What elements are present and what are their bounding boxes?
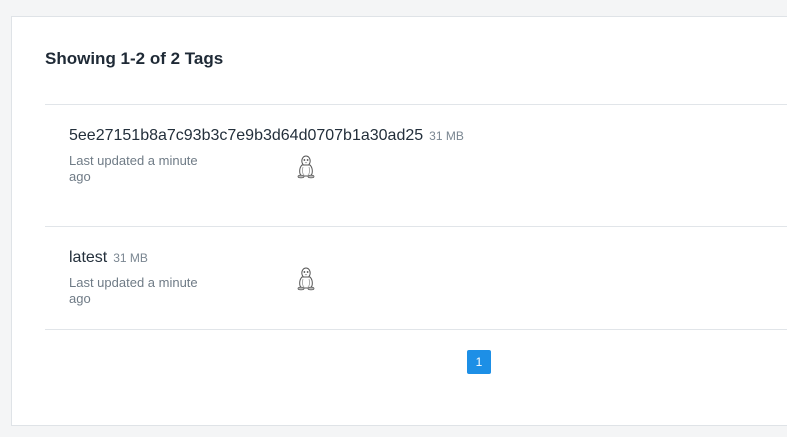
linux-tux-icon	[297, 267, 315, 291]
tag-info: latest 31 MB Last updated a minute ago	[69, 247, 469, 307]
tag-size: 31 MB	[113, 251, 148, 265]
pagination-page-button[interactable]: 1	[467, 350, 491, 374]
tag-row: latest 31 MB Last updated a minute ago	[45, 227, 787, 329]
tag-name-line: latest 31 MB	[69, 247, 469, 269]
tag-name-line: 5ee27151b8a7c93b3c7e9b3d64d0707b1a30ad25…	[69, 125, 469, 147]
tag-list: 5ee27151b8a7c93b3c7e9b3d64d0707b1a30ad25…	[45, 104, 787, 330]
tag-info: 5ee27151b8a7c93b3c7e9b3d64d0707b1a30ad25…	[69, 125, 469, 185]
tag-size: 31 MB	[429, 129, 464, 143]
tag-row: 5ee27151b8a7c93b3c7e9b3d64d0707b1a30ad25…	[45, 105, 787, 226]
linux-tux-icon	[297, 155, 315, 179]
tag-last-updated: Last updated a minute ago	[69, 153, 198, 184]
tags-panel: Showing 1-2 of 2 Tags 5ee27151b8a7c93b3c…	[11, 16, 787, 426]
tag-name[interactable]: latest	[69, 249, 107, 266]
divider	[45, 329, 787, 330]
tag-name[interactable]: 5ee27151b8a7c93b3c7e9b3d64d0707b1a30ad25	[69, 127, 423, 144]
tags-heading: Showing 1-2 of 2 Tags	[45, 49, 224, 68]
tag-last-updated: Last updated a minute ago	[69, 275, 198, 306]
